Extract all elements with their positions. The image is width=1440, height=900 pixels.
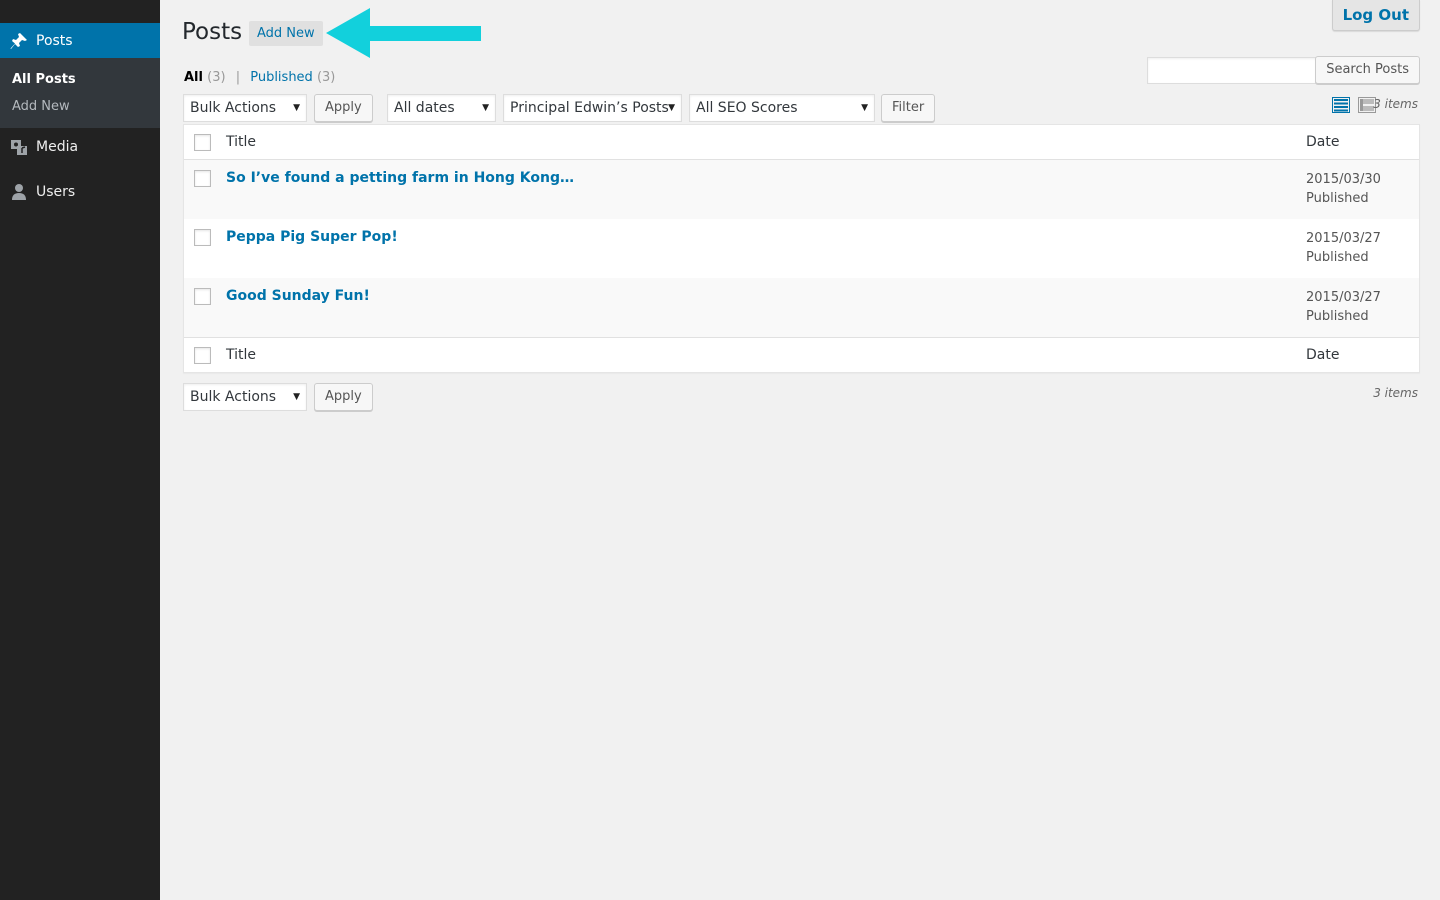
apply-button-bottom[interactable]: Apply bbox=[314, 383, 373, 411]
seo-scores-select[interactable]: All SEO Scores ▼ bbox=[689, 94, 875, 122]
row-checkbox[interactable] bbox=[194, 288, 211, 305]
sidebar-item-users[interactable]: Users bbox=[0, 175, 160, 209]
select-all-checkbox[interactable] bbox=[194, 347, 211, 364]
caret-down-icon: ▼ bbox=[293, 392, 300, 402]
media-icon bbox=[10, 138, 28, 156]
pushpin-icon bbox=[10, 32, 28, 50]
main-content: Posts Add New Log Out All (3) | Publishe… bbox=[160, 0, 1440, 900]
column-date-header[interactable]: Date bbox=[1306, 347, 1339, 363]
filter-published-count: (3) bbox=[316, 70, 336, 85]
caret-down-icon: ▼ bbox=[482, 103, 489, 113]
posts-submenu: All Posts Add New bbox=[0, 58, 160, 128]
logout-button[interactable]: Log Out bbox=[1331, 0, 1420, 31]
table-header: Title Date bbox=[184, 125, 1419, 160]
caret-down-icon: ▼ bbox=[668, 103, 675, 113]
author-value: Principal Edwin’s Posts bbox=[510, 100, 669, 116]
table-footer: Title Date bbox=[184, 337, 1419, 372]
table-row: Good Sunday Fun! 2015/03/27 Published bbox=[184, 278, 1419, 337]
row-checkbox[interactable] bbox=[194, 229, 211, 246]
filter-button[interactable]: Filter bbox=[881, 94, 936, 122]
add-new-button[interactable]: Add New bbox=[249, 21, 323, 46]
caret-down-icon: ▼ bbox=[861, 103, 868, 113]
bulk-actions-select-bottom[interactable]: Bulk Actions ▼ bbox=[183, 383, 307, 411]
post-date: 2015/03/30 bbox=[1306, 172, 1381, 187]
table-row: Peppa Pig Super Pop! 2015/03/27 Publishe… bbox=[184, 219, 1419, 278]
items-count-bottom: 3 items bbox=[1373, 386, 1418, 400]
search-posts-button[interactable]: Search Posts bbox=[1315, 56, 1420, 84]
post-title-link[interactable]: So I’ve found a petting farm in Hong Kon… bbox=[226, 170, 574, 186]
row-checkbox[interactable] bbox=[194, 170, 211, 187]
apply-button[interactable]: Apply bbox=[314, 94, 373, 122]
author-select[interactable]: Principal Edwin’s Posts ▼ bbox=[503, 94, 682, 122]
admin-sidebar: Posts All Posts Add New Media Users bbox=[0, 0, 160, 900]
filter-all-link[interactable]: All bbox=[184, 70, 203, 85]
dates-value: All dates bbox=[394, 100, 455, 116]
sidebar-item-label: Users bbox=[36, 184, 76, 200]
post-date: 2015/03/27 bbox=[1306, 231, 1381, 246]
post-title-link[interactable]: Good Sunday Fun! bbox=[226, 288, 370, 304]
sidebar-item-label: Media bbox=[36, 139, 79, 155]
post-date-cell: 2015/03/30 Published bbox=[1306, 170, 1381, 208]
column-date-header[interactable]: Date bbox=[1306, 134, 1339, 150]
bulk-actions-value: Bulk Actions bbox=[190, 389, 277, 405]
separator: | bbox=[235, 70, 241, 85]
sidebar-item-label: Posts bbox=[36, 32, 73, 49]
posts-table: Title Date So I’ve found a petting farm … bbox=[183, 124, 1420, 373]
filter-published-link[interactable]: Published bbox=[250, 70, 313, 85]
bulk-actions-select[interactable]: Bulk Actions ▼ bbox=[183, 94, 307, 122]
dates-select[interactable]: All dates ▼ bbox=[387, 94, 496, 122]
post-status: Published bbox=[1306, 191, 1369, 206]
column-title-header[interactable]: Title bbox=[226, 347, 256, 363]
arrow-annotation-icon bbox=[326, 8, 481, 58]
post-date-cell: 2015/03/27 Published bbox=[1306, 288, 1381, 326]
page-title: Posts bbox=[182, 19, 243, 45]
post-title-link[interactable]: Peppa Pig Super Pop! bbox=[226, 229, 398, 245]
filter-all-count: (3) bbox=[207, 70, 226, 85]
submenu-add-new[interactable]: Add New bbox=[0, 93, 160, 120]
sidebar-item-posts[interactable]: Posts bbox=[0, 23, 160, 58]
select-all-checkbox[interactable] bbox=[194, 134, 211, 151]
status-filter-links: All (3) | Published (3) bbox=[184, 70, 335, 85]
seo-scores-value: All SEO Scores bbox=[696, 100, 798, 116]
user-icon bbox=[10, 183, 28, 201]
sidebar-item-media[interactable]: Media bbox=[0, 130, 160, 164]
post-status: Published bbox=[1306, 250, 1369, 265]
table-row: So I’ve found a petting farm in Hong Kon… bbox=[184, 160, 1419, 219]
post-date-cell: 2015/03/27 Published bbox=[1306, 229, 1381, 267]
items-count: 3 items bbox=[1373, 97, 1418, 111]
list-view-icon[interactable] bbox=[1332, 97, 1350, 113]
search-input[interactable] bbox=[1147, 57, 1317, 84]
bulk-actions-value: Bulk Actions bbox=[190, 100, 277, 116]
caret-down-icon: ▼ bbox=[293, 103, 300, 113]
column-title-header[interactable]: Title bbox=[226, 134, 256, 150]
post-status: Published bbox=[1306, 309, 1369, 324]
submenu-all-posts[interactable]: All Posts bbox=[0, 66, 160, 93]
post-date: 2015/03/27 bbox=[1306, 290, 1381, 305]
